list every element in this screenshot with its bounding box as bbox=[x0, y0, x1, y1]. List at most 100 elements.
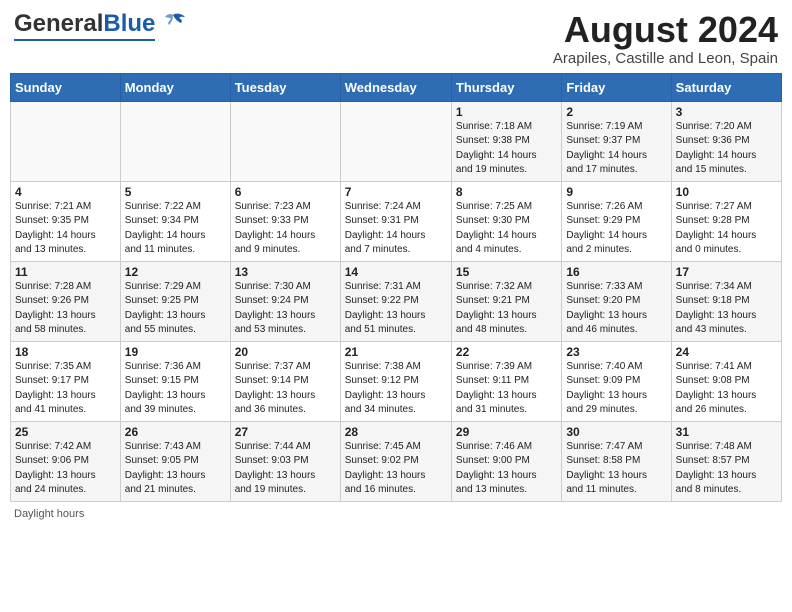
calendar-day-cell: 20Sunrise: 7:37 AM Sunset: 9:14 PM Dayli… bbox=[230, 341, 340, 421]
logo: GeneralBlue bbox=[14, 10, 187, 42]
calendar-day-header: Sunday bbox=[11, 73, 121, 101]
calendar-day-cell: 24Sunrise: 7:41 AM Sunset: 9:08 PM Dayli… bbox=[671, 341, 781, 421]
day-info: Sunrise: 7:32 AM Sunset: 9:21 PM Dayligh… bbox=[456, 280, 557, 338]
calendar-day-header: Thursday bbox=[451, 73, 561, 101]
calendar-day-header: Saturday bbox=[671, 73, 781, 101]
day-info: Sunrise: 7:47 AM Sunset: 8:58 PM Dayligh… bbox=[566, 440, 666, 498]
location-subtitle: Arapiles, Castille and Leon, Spain bbox=[553, 50, 778, 67]
footer: Daylight hours bbox=[10, 508, 782, 520]
day-number: 17 bbox=[676, 265, 777, 279]
calendar-day-cell: 9Sunrise: 7:26 AM Sunset: 9:29 PM Daylig… bbox=[562, 181, 671, 261]
day-info: Sunrise: 7:24 AM Sunset: 9:31 PM Dayligh… bbox=[345, 200, 447, 258]
day-info: Sunrise: 7:38 AM Sunset: 9:12 PM Dayligh… bbox=[345, 360, 447, 418]
calendar-day-header: Friday bbox=[562, 73, 671, 101]
day-number: 23 bbox=[566, 345, 666, 359]
day-info: Sunrise: 7:31 AM Sunset: 9:22 PM Dayligh… bbox=[345, 280, 447, 338]
calendar-day-cell: 5Sunrise: 7:22 AM Sunset: 9:34 PM Daylig… bbox=[120, 181, 230, 261]
day-info: Sunrise: 7:30 AM Sunset: 9:24 PM Dayligh… bbox=[235, 280, 336, 338]
day-number: 15 bbox=[456, 265, 557, 279]
day-number: 26 bbox=[125, 425, 226, 439]
day-number: 14 bbox=[345, 265, 447, 279]
day-number: 28 bbox=[345, 425, 447, 439]
day-number: 21 bbox=[345, 345, 447, 359]
month-year-title: August 2024 bbox=[553, 10, 778, 50]
day-info: Sunrise: 7:42 AM Sunset: 9:06 PM Dayligh… bbox=[15, 440, 116, 498]
day-number: 11 bbox=[15, 265, 116, 279]
day-info: Sunrise: 7:35 AM Sunset: 9:17 PM Dayligh… bbox=[15, 360, 116, 418]
calendar-day-cell: 25Sunrise: 7:42 AM Sunset: 9:06 PM Dayli… bbox=[11, 421, 121, 501]
day-number: 16 bbox=[566, 265, 666, 279]
calendar-day-cell bbox=[11, 101, 121, 181]
day-info: Sunrise: 7:22 AM Sunset: 9:34 PM Dayligh… bbox=[125, 200, 226, 258]
day-info: Sunrise: 7:46 AM Sunset: 9:00 PM Dayligh… bbox=[456, 440, 557, 498]
calendar-day-cell: 19Sunrise: 7:36 AM Sunset: 9:15 PM Dayli… bbox=[120, 341, 230, 421]
day-info: Sunrise: 7:36 AM Sunset: 9:15 PM Dayligh… bbox=[125, 360, 226, 418]
calendar-week-row: 1Sunrise: 7:18 AM Sunset: 9:38 PM Daylig… bbox=[11, 101, 782, 181]
day-info: Sunrise: 7:33 AM Sunset: 9:20 PM Dayligh… bbox=[566, 280, 666, 338]
calendar-day-cell: 15Sunrise: 7:32 AM Sunset: 9:21 PM Dayli… bbox=[451, 261, 561, 341]
calendar-week-row: 4Sunrise: 7:21 AM Sunset: 9:35 PM Daylig… bbox=[11, 181, 782, 261]
day-number: 3 bbox=[676, 105, 777, 119]
day-info: Sunrise: 7:40 AM Sunset: 9:09 PM Dayligh… bbox=[566, 360, 666, 418]
day-info: Sunrise: 7:18 AM Sunset: 9:38 PM Dayligh… bbox=[456, 120, 557, 178]
day-info: Sunrise: 7:43 AM Sunset: 9:05 PM Dayligh… bbox=[125, 440, 226, 498]
day-number: 27 bbox=[235, 425, 336, 439]
day-info: Sunrise: 7:39 AM Sunset: 9:11 PM Dayligh… bbox=[456, 360, 557, 418]
logo-bird-icon bbox=[159, 13, 187, 40]
calendar-day-cell: 28Sunrise: 7:45 AM Sunset: 9:02 PM Dayli… bbox=[340, 421, 451, 501]
calendar-day-header: Wednesday bbox=[340, 73, 451, 101]
calendar-day-cell: 10Sunrise: 7:27 AM Sunset: 9:28 PM Dayli… bbox=[671, 181, 781, 261]
day-number: 2 bbox=[566, 105, 666, 119]
page-header: GeneralBlue August 2024 Arapiles, Castil… bbox=[10, 10, 782, 67]
day-info: Sunrise: 7:29 AM Sunset: 9:25 PM Dayligh… bbox=[125, 280, 226, 338]
day-info: Sunrise: 7:20 AM Sunset: 9:36 PM Dayligh… bbox=[676, 120, 777, 178]
day-number: 8 bbox=[456, 185, 557, 199]
day-info: Sunrise: 7:34 AM Sunset: 9:18 PM Dayligh… bbox=[676, 280, 777, 338]
calendar-day-cell: 7Sunrise: 7:24 AM Sunset: 9:31 PM Daylig… bbox=[340, 181, 451, 261]
calendar-day-cell bbox=[230, 101, 340, 181]
day-info: Sunrise: 7:37 AM Sunset: 9:14 PM Dayligh… bbox=[235, 360, 336, 418]
calendar-table: SundayMondayTuesdayWednesdayThursdayFrid… bbox=[10, 73, 782, 502]
calendar-header-row: SundayMondayTuesdayWednesdayThursdayFrid… bbox=[11, 73, 782, 101]
logo-text: GeneralBlue bbox=[14, 10, 155, 38]
calendar-day-cell: 29Sunrise: 7:46 AM Sunset: 9:00 PM Dayli… bbox=[451, 421, 561, 501]
calendar-day-cell: 6Sunrise: 7:23 AM Sunset: 9:33 PM Daylig… bbox=[230, 181, 340, 261]
calendar-day-cell: 4Sunrise: 7:21 AM Sunset: 9:35 PM Daylig… bbox=[11, 181, 121, 261]
day-info: Sunrise: 7:26 AM Sunset: 9:29 PM Dayligh… bbox=[566, 200, 666, 258]
day-number: 25 bbox=[15, 425, 116, 439]
day-number: 1 bbox=[456, 105, 557, 119]
calendar-day-cell: 23Sunrise: 7:40 AM Sunset: 9:09 PM Dayli… bbox=[562, 341, 671, 421]
logo-general: General bbox=[14, 10, 103, 37]
day-info: Sunrise: 7:27 AM Sunset: 9:28 PM Dayligh… bbox=[676, 200, 777, 258]
calendar-day-cell: 2Sunrise: 7:19 AM Sunset: 9:37 PM Daylig… bbox=[562, 101, 671, 181]
day-number: 24 bbox=[676, 345, 777, 359]
day-number: 22 bbox=[456, 345, 557, 359]
calendar-day-cell: 3Sunrise: 7:20 AM Sunset: 9:36 PM Daylig… bbox=[671, 101, 781, 181]
calendar-day-cell: 12Sunrise: 7:29 AM Sunset: 9:25 PM Dayli… bbox=[120, 261, 230, 341]
title-block: August 2024 Arapiles, Castille and Leon,… bbox=[553, 10, 778, 67]
calendar-day-cell: 26Sunrise: 7:43 AM Sunset: 9:05 PM Dayli… bbox=[120, 421, 230, 501]
calendar-day-cell: 27Sunrise: 7:44 AM Sunset: 9:03 PM Dayli… bbox=[230, 421, 340, 501]
day-number: 6 bbox=[235, 185, 336, 199]
day-number: 29 bbox=[456, 425, 557, 439]
calendar-day-cell: 11Sunrise: 7:28 AM Sunset: 9:26 PM Dayli… bbox=[11, 261, 121, 341]
day-number: 31 bbox=[676, 425, 777, 439]
day-number: 9 bbox=[566, 185, 666, 199]
calendar-day-cell: 30Sunrise: 7:47 AM Sunset: 8:58 PM Dayli… bbox=[562, 421, 671, 501]
calendar-day-cell: 16Sunrise: 7:33 AM Sunset: 9:20 PM Dayli… bbox=[562, 261, 671, 341]
day-info: Sunrise: 7:45 AM Sunset: 9:02 PM Dayligh… bbox=[345, 440, 447, 498]
day-number: 18 bbox=[15, 345, 116, 359]
calendar-day-cell: 22Sunrise: 7:39 AM Sunset: 9:11 PM Dayli… bbox=[451, 341, 561, 421]
day-info: Sunrise: 7:25 AM Sunset: 9:30 PM Dayligh… bbox=[456, 200, 557, 258]
day-number: 10 bbox=[676, 185, 777, 199]
calendar-day-cell: 18Sunrise: 7:35 AM Sunset: 9:17 PM Dayli… bbox=[11, 341, 121, 421]
calendar-day-cell: 1Sunrise: 7:18 AM Sunset: 9:38 PM Daylig… bbox=[451, 101, 561, 181]
day-number: 5 bbox=[125, 185, 226, 199]
calendar-day-cell: 13Sunrise: 7:30 AM Sunset: 9:24 PM Dayli… bbox=[230, 261, 340, 341]
day-number: 4 bbox=[15, 185, 116, 199]
calendar-day-cell bbox=[340, 101, 451, 181]
day-info: Sunrise: 7:48 AM Sunset: 8:57 PM Dayligh… bbox=[676, 440, 777, 498]
day-number: 19 bbox=[125, 345, 226, 359]
calendar-day-cell bbox=[120, 101, 230, 181]
daylight-label: Daylight hours bbox=[14, 508, 84, 520]
